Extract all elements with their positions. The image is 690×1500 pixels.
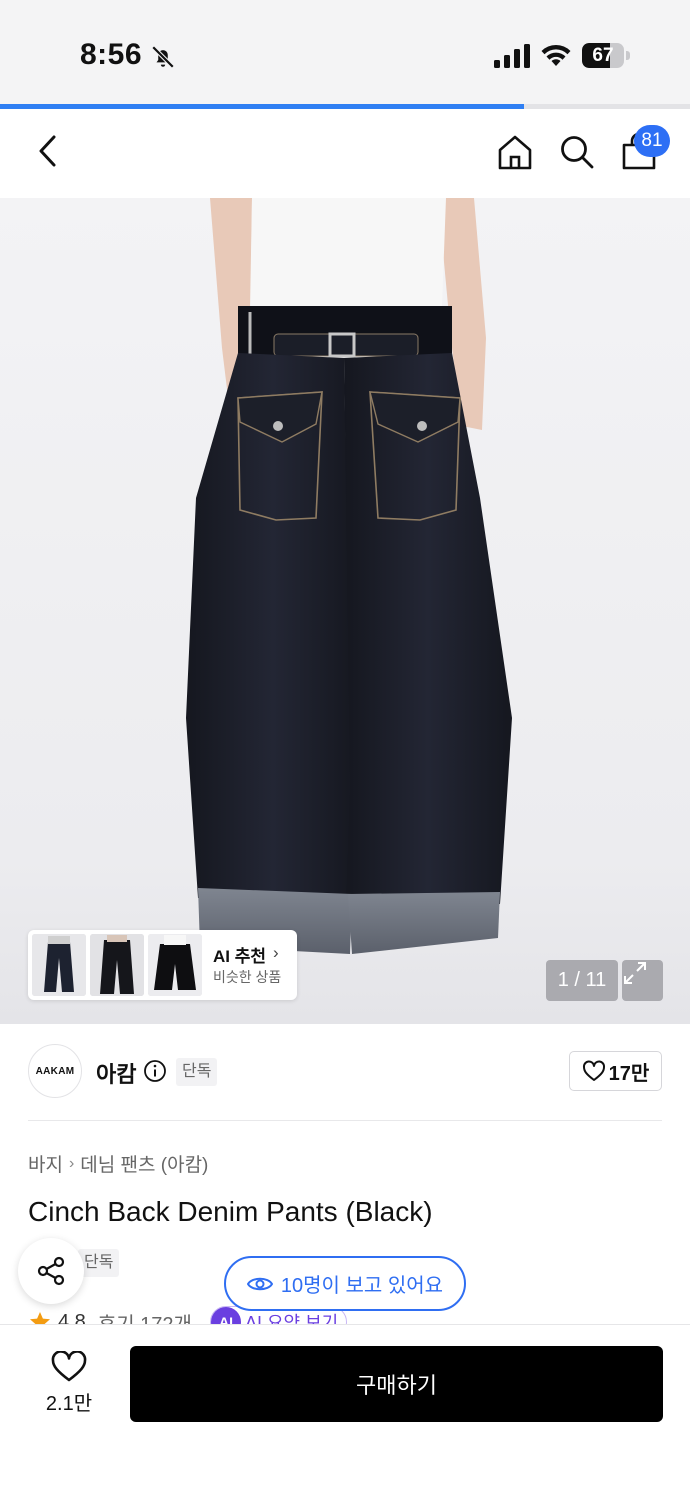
buy-button[interactable]: 구매하기: [130, 1346, 663, 1422]
battery-icon: 67: [582, 43, 630, 68]
ai-recommend-subtitle: 비슷한 상품: [213, 969, 282, 985]
eye-icon: [246, 1277, 273, 1290]
expand-image-button[interactable]: [622, 960, 663, 1001]
breadcrumb: 바지 › 데님 팬츠 (아캄): [28, 1150, 208, 1177]
expand-icon: [624, 962, 646, 984]
bell-off-icon: [151, 45, 175, 69]
product-image-carousel[interactable]: AI 추천 › 비슷한 상품 1 / 11: [0, 198, 690, 1024]
divider: [28, 1120, 662, 1121]
share-button[interactable]: [18, 1238, 84, 1304]
status-time: 8:56: [80, 38, 143, 71]
cart-count-badge: 81: [634, 125, 670, 157]
product-photo: [186, 198, 512, 954]
signal-icon: [494, 44, 530, 68]
brand-name[interactable]: 아캄: [96, 1057, 136, 1089]
home-button[interactable]: [492, 129, 538, 175]
ai-recommend-card[interactable]: AI 추천 › 비슷한 상품: [28, 930, 297, 1000]
bottom-action-bar: 2.1만 구매하기: [0, 1324, 690, 1500]
nav-header: 81: [0, 109, 690, 198]
search-icon: [561, 136, 594, 169]
brand-exclusive-tag: 단독: [176, 1058, 218, 1086]
breadcrumb-subcategory[interactable]: 데님 팬츠 (아캄): [80, 1150, 208, 1177]
chevron-right-icon: ›: [273, 943, 279, 962]
brand-like-button[interactable]: 17만: [569, 1051, 662, 1091]
home-icon: [498, 135, 532, 170]
image-page-counter: 1 / 11: [546, 960, 618, 1001]
similar-product-thumbnail[interactable]: [148, 934, 202, 996]
brand-logo[interactable]: AAKAM: [28, 1044, 82, 1098]
viewers-indicator: 10명이 보고 있어요: [224, 1256, 466, 1311]
back-button[interactable]: [28, 131, 68, 171]
heart-icon: [582, 1060, 605, 1081]
similar-product-thumbnail[interactable]: [32, 934, 86, 996]
similar-product-thumbnail[interactable]: [90, 934, 144, 996]
ai-recommend-title: AI 추천: [213, 947, 267, 966]
product-title: Cinch Back Denim Pants (Black): [28, 1196, 433, 1227]
battery-percentage: 67: [592, 45, 614, 66]
heart-icon: [51, 1351, 87, 1382]
wifi-icon: [541, 44, 571, 66]
back-chevron-icon: [39, 135, 56, 167]
viewers-text: 10명이 보고 있어요: [280, 1275, 444, 1297]
status-bar: 8:56 67: [0, 0, 690, 104]
info-icon[interactable]: [143, 1059, 167, 1083]
share-icon: [37, 1256, 65, 1286]
product-exclusive-tag: 단독: [78, 1249, 120, 1277]
brand-like-count: 17만: [608, 1062, 650, 1085]
chevron-right-icon: ›: [68, 1154, 75, 1172]
breadcrumb-category[interactable]: 바지: [28, 1150, 63, 1177]
wishlist-count: 2.1만: [45, 1393, 93, 1415]
wishlist-button[interactable]: 2.1만: [36, 1351, 102, 1417]
search-button[interactable]: [554, 129, 600, 175]
